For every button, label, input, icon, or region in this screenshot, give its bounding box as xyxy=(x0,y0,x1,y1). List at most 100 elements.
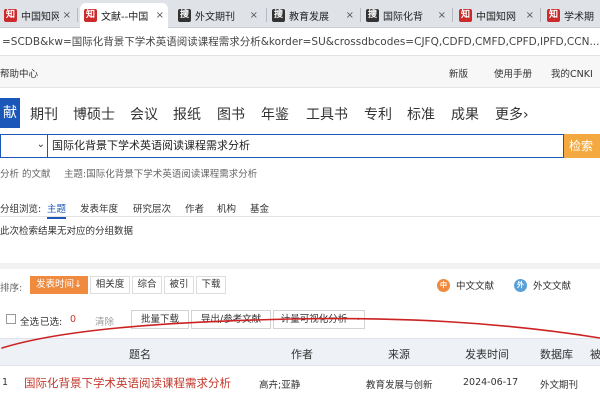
tab-close-icon[interactable]: × xyxy=(526,10,534,21)
batch-download-button[interactable]: 批量下载 xyxy=(131,310,189,329)
address-bar[interactable]: =SCDB&kw=国际化背景下学术英语阅读课程需求分析&korder=SU&cr… xyxy=(0,28,600,56)
tab-divider xyxy=(540,8,541,22)
sort-by-overall-button[interactable]: 综合 xyxy=(132,276,162,294)
row-number: 1 xyxy=(2,377,9,388)
column-header-citations[interactable]: 被 xyxy=(590,346,600,362)
category-tab-book[interactable]: 图书 xyxy=(217,104,245,124)
search-field-select[interactable]: ⌄ xyxy=(0,134,48,158)
tab-close-icon[interactable]: × xyxy=(156,10,164,21)
my-cnki-link[interactable]: 我的CNKI xyxy=(551,66,593,80)
sort-by-relevance-button[interactable]: 相关度 xyxy=(90,276,130,294)
tab-divider xyxy=(266,8,267,22)
group-tab-institution[interactable]: 机构 xyxy=(217,201,236,215)
search-favicon-icon: 搜 xyxy=(272,9,285,22)
metrics-visualization-button[interactable]: 计量可视化分析 xyxy=(273,310,365,329)
clear-selection-button[interactable]: 清除 xyxy=(95,314,114,328)
sort-by-date-button[interactable]: 发表时间↓ xyxy=(30,276,88,294)
help-center-link[interactable]: 帮助中心 xyxy=(0,66,38,80)
select-all-label[interactable]: 全选 xyxy=(20,314,39,328)
tab-divider xyxy=(360,8,361,22)
selected-label: 已选: xyxy=(40,317,63,328)
tab-close-icon[interactable]: × xyxy=(346,10,354,21)
site-top-nav: 帮助中心 新版 使用手册 我的CNKI xyxy=(0,56,600,88)
tab-title: 中国知网 xyxy=(21,12,59,23)
tab-title: 学术期 xyxy=(564,12,594,23)
browser-tab-6[interactable]: 知 中国知网 × xyxy=(455,3,538,28)
table-row: 1 国际化背景下学术英语阅读课程需求分析 高卉;亚静 教育发展与创新 2024-… xyxy=(0,372,600,396)
column-header-database[interactable]: 数据库 xyxy=(540,346,573,362)
select-all-checkbox[interactable] xyxy=(6,314,16,324)
chevron-down-icon: ⌄ xyxy=(36,139,45,150)
selected-count: 0 xyxy=(70,314,77,325)
result-source[interactable]: 教育发展与创新 xyxy=(366,377,433,391)
browser-tab-1[interactable]: 知 中国知网 × xyxy=(0,3,75,28)
new-version-link[interactable]: 新版 xyxy=(449,66,468,80)
browser-tab-7[interactable]: 知 学术期 xyxy=(543,3,600,28)
tab-close-icon[interactable]: × xyxy=(250,10,258,21)
group-tab-fund[interactable]: 基金 xyxy=(250,201,269,215)
category-tab-standard[interactable]: 标准 xyxy=(407,104,435,124)
tab-title: 教育发展 xyxy=(289,12,329,23)
resource-category-tabs: 献 期刊 博硕士 会议 报纸 图书 年鉴 工具书 专利 标准 成果 更多› xyxy=(0,98,600,128)
result-author[interactable]: 高卉;亚静 xyxy=(259,377,300,391)
sort-by-download-button[interactable]: 下载 xyxy=(196,276,226,294)
cnki-favicon-icon: 知 xyxy=(84,9,97,22)
browser-tab-5[interactable]: 搜 国际化背 × xyxy=(362,3,450,28)
cnki-favicon-icon: 知 xyxy=(547,9,560,22)
tab-close-icon[interactable]: × xyxy=(438,10,446,21)
group-browse-tabs: 分组浏览: 主题 发表年度 研究层次 作者 机构 基金 xyxy=(0,197,600,219)
category-tab-reference[interactable]: 工具书 xyxy=(306,104,348,124)
tab-divider xyxy=(452,8,453,22)
column-header-source[interactable]: 来源 xyxy=(388,346,410,362)
browser-tab-2-active[interactable]: 知 文献--中国 × xyxy=(80,3,168,28)
sort-by-citation-button[interactable]: 被引 xyxy=(164,276,194,294)
tab-divider xyxy=(77,8,78,22)
column-header-title[interactable]: 题名 xyxy=(129,346,151,362)
section-divider xyxy=(0,263,600,269)
browser-tab-strip: 知 中国知网 × 知 文献--中国 × 搜 外文期刊 × 搜 教育发展 × 搜 … xyxy=(0,0,600,28)
result-topic-text: 主题:国际化背景下学术英语阅读课程需求分析 xyxy=(64,169,258,180)
group-tab-topic[interactable]: 主题 xyxy=(47,201,67,219)
tab-close-icon[interactable]: × xyxy=(63,10,71,21)
category-tab-patent[interactable]: 专利 xyxy=(364,104,392,124)
category-tab-journal[interactable]: 期刊 xyxy=(30,104,58,124)
result-date: 2024-06-17 xyxy=(463,377,519,388)
group-tab-year[interactable]: 发表年度 xyxy=(80,201,118,215)
browser-tab-4[interactable]: 搜 教育发展 × xyxy=(268,3,358,28)
column-header-author[interactable]: 作者 xyxy=(291,346,313,362)
chinese-literature-icon: 中 xyxy=(437,278,450,292)
tab-title: 外文期刊 xyxy=(195,12,235,23)
group-tab-author[interactable]: 作者 xyxy=(185,201,204,215)
foreign-literature-icon: 外 xyxy=(514,278,527,292)
foreign-literature-toggle[interactable]: 外 外文文献 xyxy=(514,278,571,292)
group-browse-label: 分组浏览: xyxy=(0,204,42,215)
chinese-literature-toggle[interactable]: 中 中文文献 xyxy=(437,278,494,292)
category-tab-conference[interactable]: 会议 xyxy=(130,104,158,124)
cnki-favicon-icon: 知 xyxy=(459,9,472,22)
batch-toolbar: 全选 已选: 0 清除 批量下载 导出/参考文献 计量可视化分析 ⌄ xyxy=(0,309,600,331)
manual-link[interactable]: 使用手册 xyxy=(494,66,532,80)
foreign-literature-label: 外文文献 xyxy=(533,281,572,292)
chinese-literature-label: 中文文献 xyxy=(456,281,495,292)
category-tab-more[interactable]: 更多› xyxy=(495,104,529,124)
category-tab-achievement[interactable]: 成果 xyxy=(451,104,479,124)
group-tab-level[interactable]: 研究层次 xyxy=(133,201,171,215)
cnki-favicon-icon: 知 xyxy=(4,9,17,22)
category-tab-literature[interactable]: 献 xyxy=(0,98,20,128)
search-input[interactable]: 国际化背景下学术英语阅读课程需求分析 xyxy=(47,134,564,158)
result-title-link[interactable]: 国际化背景下学术英语阅读课程需求分析 xyxy=(24,375,231,391)
result-database: 外文期刊 xyxy=(540,380,579,391)
sort-label: 排序: xyxy=(0,283,23,294)
search-button[interactable]: 检索 xyxy=(564,134,600,158)
export-reference-button[interactable]: 导出/参考文献 xyxy=(191,310,271,329)
no-group-data-message: 此次检索结果无对应的分组数据 xyxy=(0,226,134,237)
tab-title: 文献--中国 xyxy=(101,12,149,23)
tab-title: 国际化背 xyxy=(383,12,423,23)
category-tab-yearbook[interactable]: 年鉴 xyxy=(261,104,289,124)
chevron-down-icon: ⌄ xyxy=(355,313,362,322)
browser-tab-3[interactable]: 搜 外文期刊 × xyxy=(174,3,262,28)
category-tab-thesis[interactable]: 博硕士 xyxy=(73,104,115,124)
category-tab-newspaper[interactable]: 报纸 xyxy=(173,104,201,124)
column-header-date[interactable]: 发表时间 xyxy=(465,346,509,362)
search-row: ⌄ 国际化背景下学术英语阅读课程需求分析 检索 xyxy=(0,134,600,158)
